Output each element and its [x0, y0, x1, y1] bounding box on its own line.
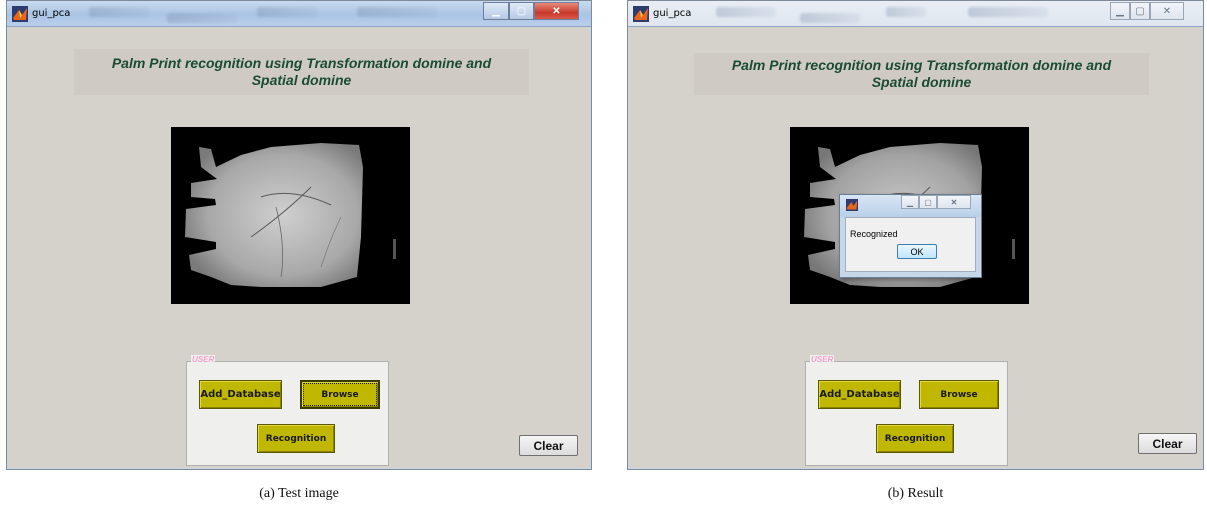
user-button-group: USER Add_Database Browse Recognition — [805, 355, 1008, 466]
blurred-taskbar-text — [968, 7, 1048, 17]
user-button-group: USER Add_Database Browse Recognition — [186, 355, 389, 466]
add-database-button[interactable]: Add_Database — [199, 380, 282, 409]
gui-window: gui_pca ▁ ▢ ✕ Palm Print recognition usi… — [627, 0, 1204, 470]
blurred-taskbar-text — [716, 7, 776, 17]
minimize-icon[interactable]: ▁ — [483, 2, 509, 20]
banner-line-2: Spatial domine — [871, 74, 972, 90]
maximize-icon[interactable]: ▢ — [919, 195, 937, 209]
blurred-taskbar-text — [257, 7, 317, 17]
dialog-message: Recognized — [850, 229, 898, 239]
maximize-icon[interactable]: ▢ — [509, 2, 534, 20]
dialog-window-controls: ▁ ▢ ✕ — [901, 195, 971, 209]
minimize-icon[interactable]: ▁ — [901, 195, 919, 209]
group-label: USER — [810, 355, 835, 364]
app-banner-title: Palm Print recognition using Transformat… — [694, 53, 1149, 95]
message-dialog: ▁ ▢ ✕ Recognized OK — [839, 194, 982, 278]
banner-line-1: Palm Print recognition using Transformat… — [731, 57, 1112, 73]
banner-line-1: Palm Print recognition using Transformat… — [111, 55, 492, 71]
minimize-icon[interactable]: ▁ — [1110, 2, 1130, 20]
title-bar[interactable]: gui_pca ▁ ▢ ✕ — [628, 1, 1203, 27]
browse-button[interactable]: Browse — [919, 380, 999, 409]
blurred-taskbar-text — [800, 13, 860, 23]
recognition-button[interactable]: Recognition — [876, 424, 954, 453]
close-icon[interactable]: ✕ — [534, 2, 579, 20]
maximize-icon[interactable]: ▢ — [1130, 2, 1150, 20]
matlab-icon — [846, 199, 858, 211]
gui-window: gui_pca ▁ ▢ ✕ Palm Print recognition usi… — [6, 0, 592, 470]
palm-image-display — [171, 127, 410, 304]
app-banner-title: Palm Print recognition using Transformat… — [74, 49, 529, 95]
close-icon[interactable]: ✕ — [937, 195, 971, 209]
figure-caption: (a) Test image — [259, 486, 339, 501]
matlab-icon — [12, 6, 28, 22]
add-database-button[interactable]: Add_Database — [818, 380, 901, 409]
group-label: USER — [191, 355, 216, 364]
blurred-taskbar-text — [167, 13, 237, 23]
title-bar[interactable]: gui_pca ▁ ▢ ✕ — [7, 1, 591, 27]
matlab-icon — [633, 6, 649, 22]
blurred-taskbar-text — [886, 7, 926, 17]
window-controls: ▁ ▢ ✕ — [1110, 2, 1184, 20]
ok-button[interactable]: OK — [897, 244, 937, 259]
palm-print-image — [185, 143, 396, 287]
dialog-body: Recognized OK — [845, 217, 976, 272]
browse-button[interactable]: Browse — [300, 380, 380, 409]
blurred-taskbar-text — [89, 7, 149, 17]
figure-caption: (b) Result — [887, 486, 944, 501]
recognition-button[interactable]: Recognition — [257, 424, 335, 453]
banner-line-2: Spatial domine — [251, 72, 352, 88]
blurred-taskbar-text — [357, 7, 437, 17]
window-controls: ▁ ▢ ✕ — [483, 2, 579, 20]
close-icon[interactable]: ✕ — [1150, 2, 1184, 20]
clear-button[interactable]: Clear — [1138, 433, 1197, 454]
window-title: gui_pca — [653, 8, 692, 19]
dialog-title-bar[interactable]: ▁ ▢ ✕ — [840, 195, 981, 217]
clear-button[interactable]: Clear — [519, 435, 578, 456]
window-title: gui_pca — [32, 8, 71, 19]
